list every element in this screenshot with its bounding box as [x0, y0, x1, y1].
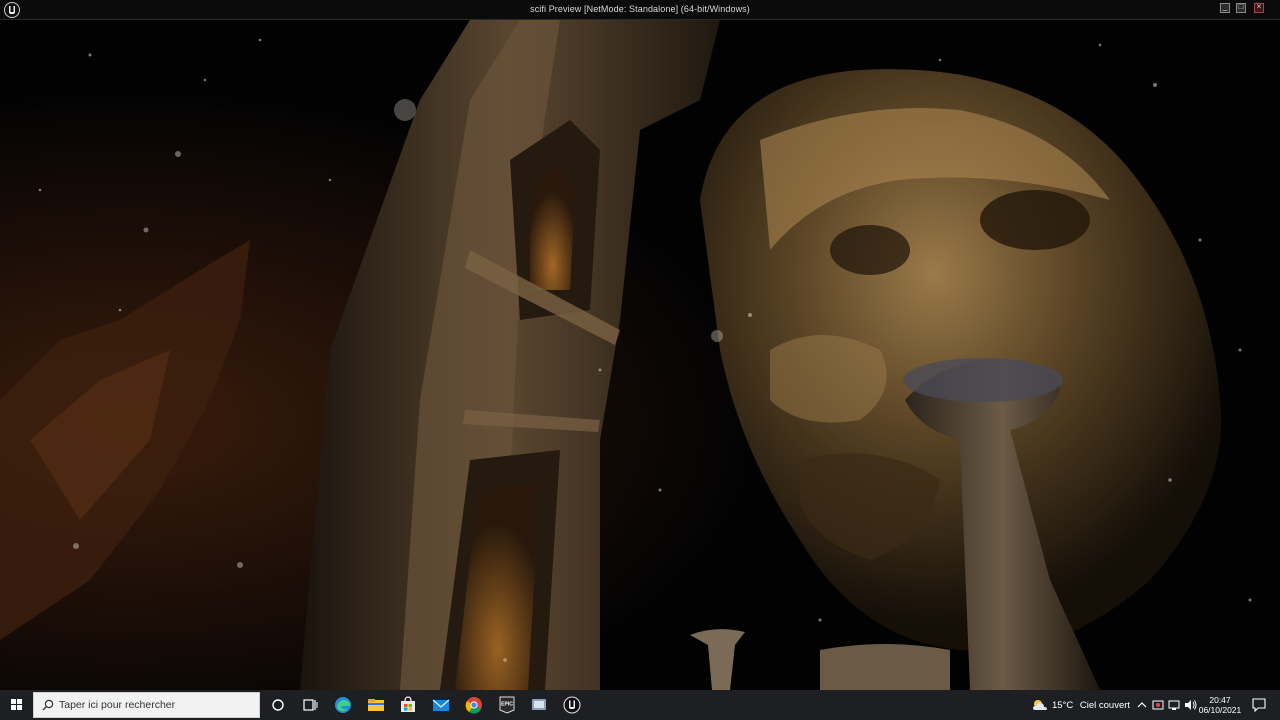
defender-icon[interactable]: [1150, 696, 1166, 714]
minimize-button[interactable]: _: [1220, 2, 1230, 13]
epic-games-icon[interactable]: EPIC: [497, 695, 517, 715]
search-icon: [42, 699, 54, 711]
weather-info[interactable]: 15°C Ciel couvert: [1052, 700, 1130, 711]
weather-temperature: 15°C: [1052, 700, 1074, 711]
maximize-icon: □: [1238, 2, 1244, 11]
taskbar-search-box[interactable]: [33, 692, 260, 718]
volume-icon[interactable]: [1182, 696, 1198, 714]
network-icon[interactable]: [1166, 696, 1182, 714]
mail-icon[interactable]: [431, 695, 451, 715]
weather-condition: Ciel couvert: [1079, 700, 1131, 711]
close-button[interactable]: ×: [1254, 2, 1264, 13]
file-explorer-icon[interactable]: [366, 695, 386, 715]
app-icon[interactable]: [529, 695, 549, 715]
taskbar-clock[interactable]: 20:47 06/10/2021: [1198, 695, 1242, 715]
minimize-icon: _: [1222, 2, 1228, 11]
search-input[interactable]: [59, 696, 254, 714]
svg-text:EPIC: EPIC: [501, 702, 513, 708]
window-title: scifi Preview [NetMode: Standalone] (64-…: [530, 4, 750, 14]
edge-icon[interactable]: [333, 695, 353, 715]
cortana-icon[interactable]: [268, 695, 288, 715]
notifications-icon[interactable]: [1250, 696, 1268, 714]
close-icon: ×: [1256, 2, 1262, 11]
show-hidden-icons-chevron-up-icon[interactable]: [1134, 696, 1150, 714]
store-icon[interactable]: [398, 695, 418, 715]
windows-taskbar: EPIC 15°C Ciel couvert 20:47 06/10/2021: [0, 690, 1280, 720]
maximize-button[interactable]: □: [1236, 2, 1246, 13]
windows-logo-icon: [11, 699, 22, 710]
task-view-icon[interactable]: [300, 695, 320, 715]
clock-date: 06/10/2021: [1198, 705, 1242, 715]
scene-render: [0, 20, 1280, 690]
cloud-weather-icon[interactable]: [1030, 695, 1050, 715]
chrome-icon[interactable]: [464, 695, 484, 715]
unreal-engine-icon[interactable]: [562, 695, 582, 715]
clock-time: 20:47: [1209, 695, 1231, 705]
window-title-bar[interactable]: scifi Preview [NetMode: Standalone] (64-…: [0, 0, 1280, 20]
start-button[interactable]: [0, 690, 33, 720]
game-viewport[interactable]: [0, 20, 1280, 690]
